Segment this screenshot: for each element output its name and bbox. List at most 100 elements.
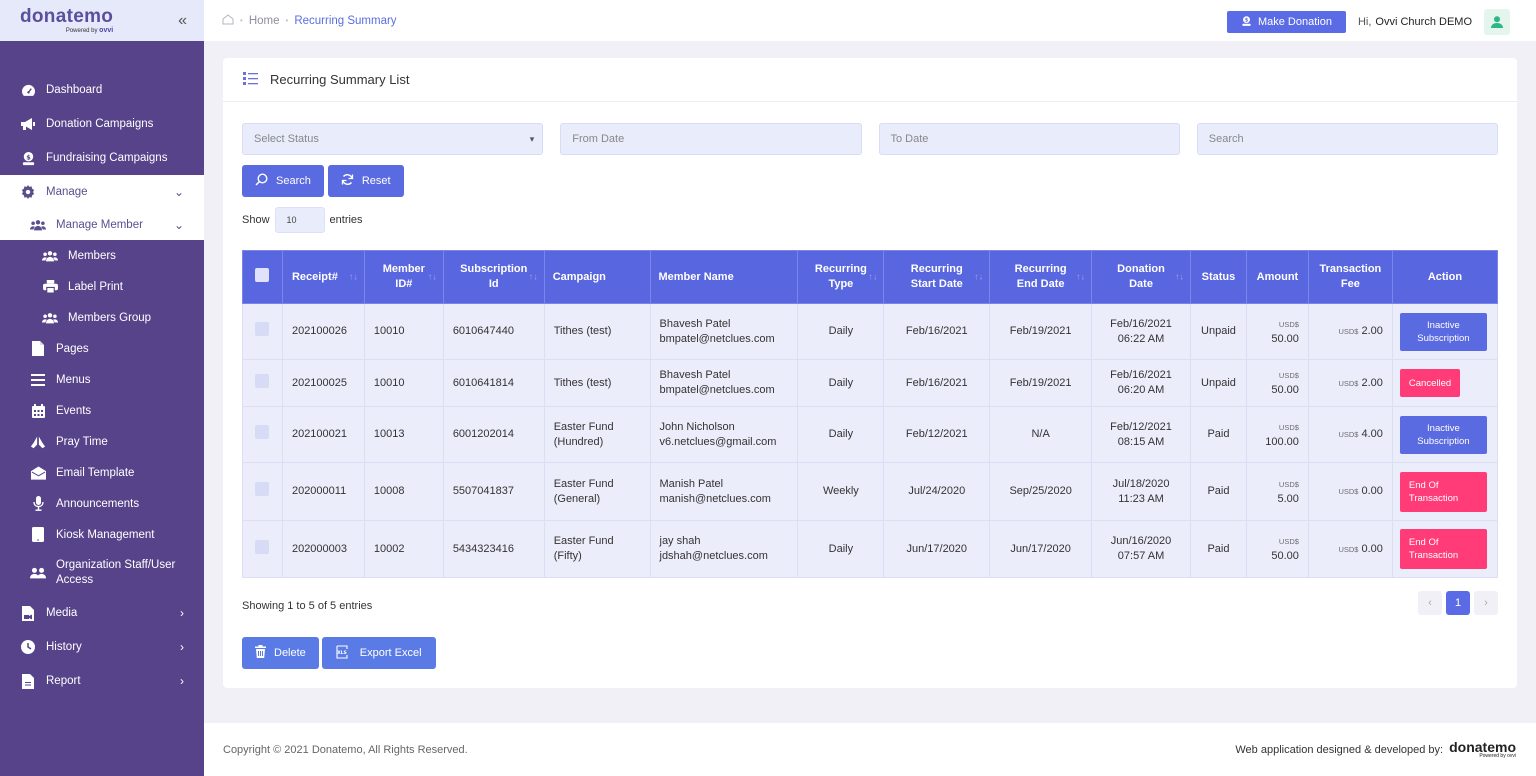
- export-excel-button[interactable]: XLS Export Excel: [321, 637, 436, 669]
- chevron-right-icon: ›: [180, 674, 184, 688]
- footer-logo-powered: Powered by ovvi: [1479, 753, 1516, 759]
- from-date-input[interactable]: From Date: [560, 123, 862, 155]
- inactive-subscription-button[interactable]: Inactive Subscription: [1399, 312, 1487, 351]
- row-checkbox[interactable]: [255, 539, 270, 554]
- avatar[interactable]: [1484, 9, 1510, 35]
- row-checkbox[interactable]: [255, 322, 270, 336]
- col-subscription-id[interactable]: Subscription Id ↑↓: [442, 250, 545, 304]
- col-member-id[interactable]: Member ID# ↑↓: [363, 250, 444, 304]
- end-of-transaction-button[interactable]: End Of Transaction: [1399, 471, 1487, 512]
- header-label: Donation Date: [1117, 263, 1165, 290]
- header-label: Recurring End Date: [1014, 263, 1067, 290]
- col-end-date[interactable]: Recurring End Date ↑↓: [989, 250, 1093, 304]
- calendar-icon: [30, 403, 46, 419]
- footer-logo[interactable]: donatemo Powered by ovvi: [1449, 740, 1516, 759]
- col-donation-date[interactable]: Donation Date ↑↓: [1091, 250, 1191, 304]
- money-bag-icon: $: [20, 150, 36, 166]
- sidebar-item-events[interactable]: Events: [0, 395, 204, 426]
- fee-cell: USD$ 2.00: [1307, 359, 1393, 407]
- chevron-right-icon: ›: [180, 640, 184, 654]
- select-all-checkbox[interactable]: [255, 267, 270, 282]
- header-label: Receipt#: [291, 270, 338, 283]
- next-page-button[interactable]: ›: [1474, 591, 1498, 615]
- member-name: Bhavesh Patel: [659, 369, 731, 381]
- currency-label: USD$: [1338, 430, 1359, 439]
- table-body: 202100026 10010 6010647440 Tithes (test)…: [242, 303, 1499, 578]
- cancelled-button[interactable]: Cancelled: [1399, 369, 1461, 397]
- sidebar-item-label: Manage Member: [56, 218, 143, 231]
- sidebar-item-history[interactable]: History ›: [0, 630, 204, 664]
- show-label: Show: [242, 214, 270, 226]
- col-recurring-type[interactable]: Recurring Type ↑↓: [797, 250, 885, 304]
- header-label: Subscription Id: [460, 263, 528, 290]
- brand-bar: donatemo Powered by ovvi «: [0, 0, 204, 41]
- donation-time: 06:20 AM: [1117, 384, 1165, 396]
- fee-value: 2.00: [1361, 325, 1383, 337]
- row-checkbox[interactable]: [255, 373, 270, 388]
- sidebar-item-menus[interactable]: Menus: [0, 364, 204, 395]
- currency-label: USD$: [1338, 544, 1359, 554]
- breadcrumb-current[interactable]: Recurring Summary: [294, 15, 396, 27]
- header-label: Recurring Start Date: [910, 263, 963, 290]
- page-button-1[interactable]: 1: [1446, 591, 1470, 615]
- sidebar-item-label: Dashboard: [46, 84, 103, 96]
- row-checkbox[interactable]: [255, 425, 270, 439]
- breadcrumb-home[interactable]: Home: [249, 15, 280, 27]
- trash-icon: [255, 645, 266, 661]
- inactive-subscription-button[interactable]: Inactive Subscription: [1399, 415, 1487, 454]
- sidebar-item-label: Members: [68, 249, 116, 262]
- amount-cell: USD$ 100.00: [1245, 406, 1309, 463]
- sidebar-item-kiosk-management[interactable]: Kiosk Management: [0, 519, 204, 550]
- row-select-cell: [242, 303, 283, 360]
- delete-button[interactable]: Delete: [242, 637, 319, 669]
- sidebar-item-fundraising-campaigns[interactable]: $ Fundraising Campaigns: [0, 141, 204, 175]
- sidebar-item-members-group[interactable]: Members Group: [0, 302, 204, 333]
- currency-label: USD$: [1278, 479, 1299, 489]
- row-checkbox[interactable]: [255, 482, 270, 496]
- sidebar-item-label: Kiosk Management: [56, 528, 155, 541]
- search-input[interactable]: Search: [1196, 123, 1498, 155]
- prev-page-button[interactable]: ‹: [1418, 591, 1442, 615]
- member-email: bmpatel@netclues.com: [659, 332, 775, 345]
- end-date-cell: N/A: [989, 406, 1093, 463]
- sidebar-item-members[interactable]: Members: [0, 240, 204, 271]
- search-button[interactable]: Search: [242, 165, 324, 197]
- receipt-cell: 202100021: [281, 406, 365, 463]
- sidebar-item-label-print[interactable]: Label Print: [0, 271, 204, 302]
- status-select[interactable]: Select Status ▾: [242, 123, 544, 155]
- logo-powered: Powered by ovvi: [66, 27, 113, 34]
- table-row: 202000003 10002 5434323416 Easter Fund (…: [242, 520, 1499, 578]
- collapse-sidebar-icon[interactable]: «: [178, 12, 187, 30]
- sidebar-item-organization-staff[interactable]: Organization Staff/User Access: [0, 550, 204, 596]
- member-name-cell: Bhavesh Patel bmpatel@netclues.com: [649, 359, 799, 407]
- to-date-input[interactable]: To Date: [878, 123, 1180, 155]
- sidebar-item-media[interactable]: Media ›: [0, 596, 204, 630]
- topbar: • Home • Recurring Summary $ Make Donati…: [204, 0, 1536, 41]
- sidebar-item-label: Fundraising Campaigns: [46, 152, 168, 164]
- donation-date-cell: Feb/16/2021 06:20 AM: [1091, 359, 1191, 407]
- member-id-cell: 10013: [363, 406, 444, 463]
- sidebar-item-email-template[interactable]: Email Template: [0, 457, 204, 488]
- logo[interactable]: donatemo Powered by ovvi: [20, 7, 113, 34]
- entries-select[interactable]: 10: [274, 207, 325, 233]
- search-icon: [255, 173, 268, 189]
- user-area: $ Make Donation Hi, Ovvi Church DEMO: [1226, 9, 1510, 35]
- sidebar-item-manage-member[interactable]: Manage Member ⌄: [0, 209, 204, 240]
- sidebar-item-pages[interactable]: Pages: [0, 333, 204, 364]
- sidebar-item-report[interactable]: Report ›: [0, 664, 204, 698]
- sidebar-item-pray-time[interactable]: Pray Time: [0, 426, 204, 457]
- sidebar-item-donation-campaigns[interactable]: Donation Campaigns: [0, 107, 204, 141]
- sidebar-item-announcements[interactable]: Announcements: [0, 488, 204, 519]
- col-receipt[interactable]: Receipt# ↑↓: [281, 250, 365, 304]
- header-label: Member ID#: [382, 263, 425, 290]
- reset-button[interactable]: Reset: [327, 165, 404, 197]
- col-start-date[interactable]: Recurring Start Date ↑↓: [883, 250, 991, 304]
- select-all-header: [242, 250, 283, 304]
- active-menu-group: Manage ⌄ Manage Member ⌄: [0, 175, 204, 240]
- make-donation-button[interactable]: $ Make Donation: [1226, 11, 1346, 33]
- sidebar-item-manage[interactable]: Manage ⌄: [0, 175, 204, 209]
- sidebar-item-dashboard[interactable]: Dashboard: [0, 73, 204, 107]
- home-icon[interactable]: [222, 13, 234, 28]
- end-of-transaction-button[interactable]: End Of Transaction: [1399, 529, 1487, 569]
- start-date-cell: Feb/16/2021: [883, 359, 991, 407]
